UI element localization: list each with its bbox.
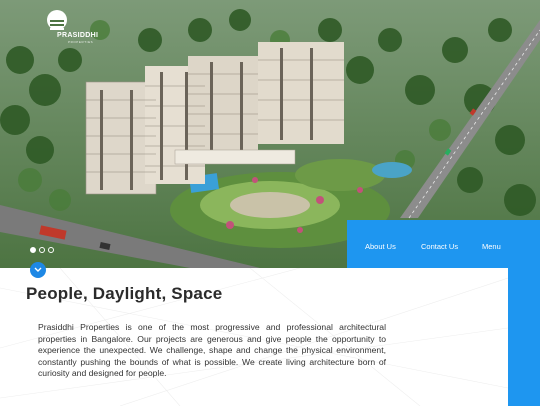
carousel-indicators (30, 247, 54, 253)
carousel-dot-3[interactable] (48, 247, 54, 253)
nav-item-contact-us[interactable]: Contact Us (421, 242, 458, 251)
brand-logo[interactable]: PRASIDDHI PROPERTIES (44, 8, 100, 44)
sun-building-logo-icon (47, 10, 67, 30)
carousel-dot-2[interactable] (39, 247, 45, 253)
nav-item-menu[interactable]: Menu (482, 242, 501, 251)
intro-description: Prasiddhi Properties is one of the most … (38, 322, 386, 379)
nav-item-about-us[interactable]: About Us (365, 242, 396, 251)
chevron-down-icon (34, 267, 42, 272)
brand-name: PRASIDDHI (57, 32, 99, 39)
intro-card: People, Daylight, Space Prasiddhi Proper… (0, 268, 508, 406)
scroll-down-button[interactable] (30, 262, 46, 278)
carousel-dot-1[interactable] (30, 247, 36, 253)
page-title: People, Daylight, Space (26, 284, 223, 303)
brand-tagline: PROPERTIES (68, 40, 94, 44)
